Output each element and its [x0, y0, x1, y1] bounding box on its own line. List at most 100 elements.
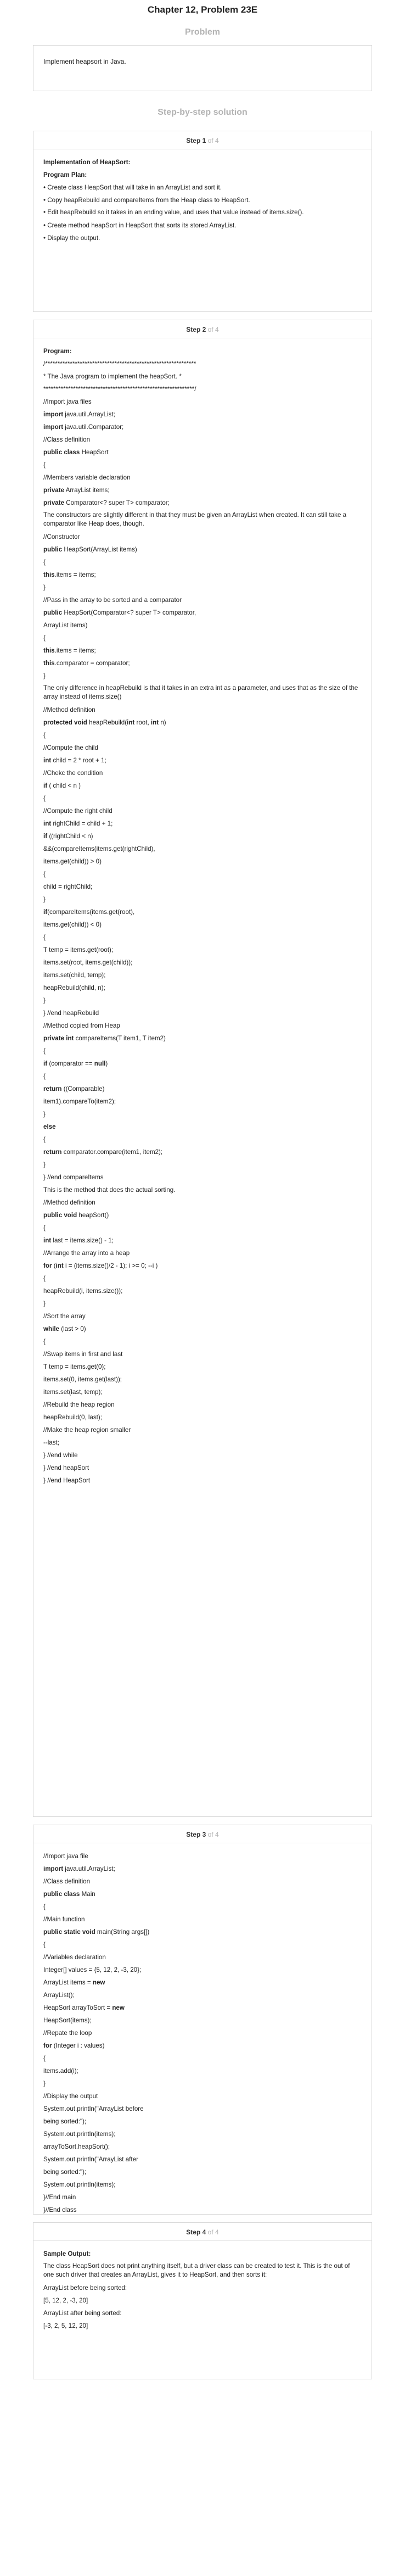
plan-bullet: Display the output. [43, 232, 362, 244]
code-line: items.get(child)) > 0) [43, 858, 102, 865]
code-line: heapRebuild(i, items.size()); [43, 1287, 123, 1295]
solution-label: Step-by-step solution [158, 108, 248, 117]
code-line: /***************************************… [43, 360, 196, 367]
code-line: ArrayList items) [43, 622, 88, 629]
code-line: if ( child < n ) [43, 782, 81, 789]
code-line: { [43, 1047, 46, 1055]
step-1-card: Step 1 of 4 Implementation of HeapSort: … [33, 131, 372, 312]
explanation-text: This is the method that does the actual … [43, 1186, 176, 1194]
step-2-header: Step 2 of 4 [186, 326, 219, 333]
step-4-card: Step 4 of 4 Sample Output: The class Hea… [33, 2222, 372, 2379]
code-line: if(compareItems(items.get(root), [43, 908, 135, 916]
code-line: items.set(root, items.get(child)); [43, 959, 133, 966]
code-line: heapRebuild(0, last); [43, 1414, 102, 1421]
code-line: { [43, 1136, 46, 1143]
code-line: } //end heapSort [43, 1464, 89, 1471]
code-line: //Method definition [43, 706, 95, 713]
code-line: protected void heapRebuild(int root, int… [43, 719, 166, 726]
code-line: //Constructor [43, 533, 80, 540]
problem-box: Implement heapsort in Java. [33, 45, 372, 91]
code-line: //Import java files [43, 398, 92, 405]
step-3-code: //Import java file import java.util.Arra… [33, 1850, 372, 2216]
code-line: items.set(0, items.get(last)); [43, 1376, 122, 1383]
code-line: if (comparator == null) [43, 1060, 108, 1067]
sample-output-label: Sample Output: [43, 2250, 91, 2257]
step-2-code: Program: /******************************… [33, 345, 372, 1487]
code-line: public class HeapSort [43, 449, 109, 456]
step-4-content: Sample Output: The class HeapSort does n… [33, 2248, 372, 2332]
plan-bullet: Create method heapSort in HeapSort that … [43, 219, 362, 232]
code-line: items.set(child, temp); [43, 972, 106, 979]
code-line: { [43, 1338, 46, 1345]
code-line: { [43, 461, 46, 469]
code-line: items.add(i); [43, 2067, 78, 2075]
code-line: { [43, 2055, 46, 2062]
code-line: //Sort the array [43, 1313, 86, 1320]
output-line: ArrayList before being sorted: [43, 2284, 127, 2291]
code-line: Integer[] values = {5, 12, 2, -3, 20}; [43, 1966, 142, 1973]
code-line: being sorted:"); [43, 2118, 87, 2125]
problem-text: Implement heapsort in Java. [43, 58, 126, 65]
code-line: ArrayList(); [43, 1992, 75, 1999]
code-line: child = rightChild; [43, 883, 93, 890]
code-line: { [43, 1941, 46, 1948]
code-line: } //end heapRebuild [43, 1010, 99, 1017]
code-line: this.items = items; [43, 647, 96, 654]
code-line: for (int i = (items.size()/2 - 1); i >= … [43, 1262, 158, 1269]
code-line: private ArrayList items; [43, 487, 110, 494]
code-line: --last; [43, 1439, 59, 1446]
code-line: { [43, 732, 46, 739]
code-line: { [43, 1903, 46, 1910]
code-line: } [43, 896, 46, 903]
code-line: //Arrange the array into a heap [43, 1250, 130, 1257]
code-line: }//End class [43, 2206, 77, 2213]
step-1-header: Step 1 of 4 [186, 137, 219, 144]
code-line: public void heapSort() [43, 1212, 109, 1219]
code-line: import java.util.ArrayList; [43, 1865, 115, 1872]
code-line: public static void main(String args[]) [43, 1928, 150, 1936]
code-line: } [43, 672, 46, 679]
code-line: return comparator.compare(item1, item2); [43, 1148, 163, 1156]
code-line: //Swap items in first and last [43, 1351, 123, 1358]
output-line: [-3, 2, 5, 12, 20] [43, 2322, 88, 2329]
code-line: //Method copied from Heap [43, 1022, 120, 1029]
code-line: while (last > 0) [43, 1325, 86, 1332]
code-line: * The Java program to implement the heap… [43, 373, 182, 380]
code-line: being sorted:"); [43, 2168, 87, 2176]
step-1-heading: Implementation of HeapSort: [43, 159, 131, 166]
code-line: } //end compareItems [43, 1174, 104, 1181]
code-line: public HeapSort(ArrayList items) [43, 546, 137, 553]
code-line: }//End main [43, 2194, 76, 2201]
code-line: { [43, 1275, 46, 1282]
code-line: { [43, 634, 46, 642]
code-line: { [43, 1224, 46, 1231]
explanation-text: The only difference in heapRebuild is th… [43, 684, 358, 700]
code-line: { [43, 795, 46, 802]
problem-label: Problem [184, 27, 220, 37]
code-line: this.items = items; [43, 571, 96, 578]
plan-bullet: Create class HeapSort that will take in … [43, 181, 362, 194]
code-line: import java.util.Comparator; [43, 423, 124, 431]
code-line: else [43, 1123, 56, 1130]
step-4-header: Step 4 of 4 [186, 2228, 219, 2236]
code-line: item1).compareTo(item2); [43, 1098, 116, 1105]
code-line: //Method definition [43, 1199, 95, 1206]
code-line: System.out.println("ArrayList after [43, 2156, 138, 2163]
code-line: } //end HeapSort [43, 1477, 91, 1484]
code-line: import java.util.ArrayList; [43, 411, 115, 418]
code-line: int rightChild = child + 1; [43, 820, 113, 827]
output-line: [5, 12, 2, -3, 20] [43, 2297, 88, 2304]
program-plan-label: Program Plan: [43, 171, 87, 179]
code-line: return ((Comparable) [43, 1085, 105, 1092]
code-line: private int compareItems(T item1, T item… [43, 1035, 166, 1042]
code-line: HeapSort arrayToSort = new [43, 2004, 125, 2011]
page-title: Chapter 12, Problem 23E [147, 4, 258, 15]
code-line: //Compute the right child [43, 807, 113, 815]
code-line: } [43, 1300, 46, 1307]
code-line: { [43, 1073, 46, 1080]
code-line: //Members variable declaration [43, 474, 131, 481]
code-line: } [43, 584, 46, 591]
code-line: ArrayList items = new [43, 1979, 105, 1986]
code-line: { [43, 871, 46, 878]
code-line: public HeapSort(Comparator<? super T> co… [43, 609, 196, 616]
